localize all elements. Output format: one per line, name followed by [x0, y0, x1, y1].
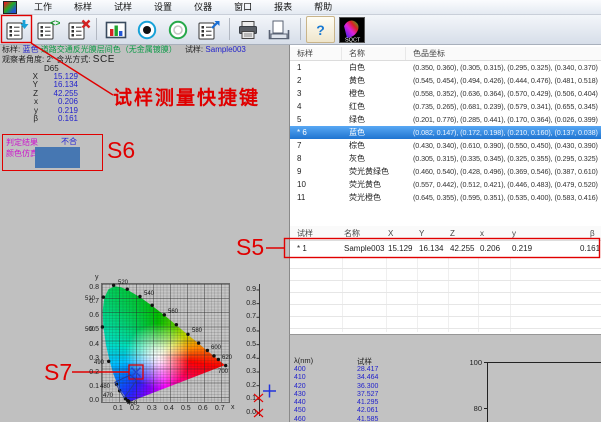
sample-name: Sample003: [205, 45, 245, 54]
menu-bar: 工作标样试样设置仪器窗口报表帮助: [0, 0, 601, 15]
annotation-shortcut-note: 试样测量快捷键: [113, 83, 260, 110]
y-axis-label: y: [95, 274, 99, 281]
help-button[interactable]: ?: [306, 16, 335, 43]
reflectance-tick-100: 100: [460, 358, 482, 367]
sqct-button[interactable]: SQCT: [337, 16, 366, 43]
save-report-button[interactable]: [264, 16, 293, 43]
menu-item-3[interactable]: 试样: [103, 1, 143, 14]
chart-icon: [105, 20, 127, 40]
standard-row[interactable]: 3橙色(0.558, 0.352), (0.636, 0.364), (0.57…: [290, 87, 601, 100]
standard-row[interactable]: 10荧光黄色(0.557, 0.442), (0.512, 0.421), (0…: [290, 178, 601, 191]
x-axis-label: x: [231, 404, 235, 411]
standards-table-header: 标样 名称 色品坐标: [290, 47, 601, 61]
save-report-icon: [267, 19, 291, 41]
menu-item-6[interactable]: 窗口: [223, 1, 263, 14]
menu-item-7[interactable]: 报表: [263, 1, 303, 14]
print-button[interactable]: [233, 16, 262, 43]
beta-limit-marker: [254, 409, 263, 417]
judge-annotation-box: 判定结果 不合 颜色仿真: [2, 134, 103, 171]
app-icon: [3, 1, 17, 14]
spectral-row: 43037.527: [294, 391, 378, 399]
measure-sample-button[interactable]: [2, 16, 31, 43]
compare-list-icon: <>: [36, 19, 60, 41]
judge-result-value: 不合: [61, 136, 77, 147]
menu-item-5[interactable]: 仪器: [183, 1, 223, 14]
reflectance-tick-80: 80: [460, 404, 482, 413]
delete-record-button[interactable]: [64, 16, 93, 43]
menu-item-2[interactable]: 标样: [63, 1, 103, 14]
measure-sample-target-button[interactable]: [163, 16, 192, 43]
delete-record-icon: [67, 19, 91, 41]
export-record-button[interactable]: [194, 16, 223, 43]
samples-table: 试样名称 XY Zx yβ * 1Sample00315.12916.13442…: [290, 226, 601, 256]
menu-item-1[interactable]: 工作: [23, 1, 63, 14]
spectral-row: 44041.295: [294, 399, 378, 407]
value-row: β0.161: [0, 115, 80, 123]
standard-row[interactable]: 2黄色(0.545, 0.454), (0.494, 0.426), (0.44…: [290, 74, 601, 87]
chart-button[interactable]: [101, 16, 130, 43]
printer-icon: [237, 19, 259, 41]
export-record-icon: [197, 19, 221, 41]
samples-table-header: 试样名称 XY Zx yβ: [290, 226, 601, 241]
standard-row[interactable]: 1白色(0.350, 0.360), (0.305, 0.315), (0.29…: [290, 61, 601, 74]
spectral-list: 40028.41741034.46442036.30043037.5274404…: [294, 366, 378, 422]
target-open-icon: [167, 19, 189, 41]
target-filled-icon: [136, 19, 158, 41]
standard-row[interactable]: 5绿色(0.201, 0.776), (0.285, 0.441), (0.17…: [290, 113, 601, 126]
mode-value: SCE: [93, 54, 115, 65]
spectral-row: 45042.061: [294, 407, 378, 415]
spectral-wavelength-header: λ(nm): [294, 356, 313, 365]
spectral-row: 46041.585: [294, 416, 378, 422]
judge-result-label: 判定结果: [6, 137, 38, 148]
wavelength-label: 510: [85, 296, 96, 302]
svg-text:<>: <>: [50, 19, 60, 28]
standard-name: 蓝色: [22, 45, 38, 54]
toolbar: <>: [0, 15, 601, 45]
wavelength-label: 500: [85, 327, 96, 333]
measure-standard-target-button[interactable]: [132, 16, 161, 43]
measure-sample-icon: [5, 19, 29, 41]
tristimulus-values: X15.129Y16.134Z42.255x0.206y0.219β0.161: [0, 73, 80, 123]
beta-limit-marker: [254, 409, 263, 417]
standard-row[interactable]: 9荧光黄绿色(0.460, 0.540), (0.428, 0.496), (0…: [290, 165, 601, 178]
cie-horseshoe: [102, 284, 229, 402]
chromaticity-diagram: [101, 283, 230, 403]
standard-row[interactable]: 7棕色(0.430, 0.340), (0.610, 0.390), (0.55…: [290, 139, 601, 152]
standard-label: 标样:: [2, 45, 20, 54]
annotation-s7: S7: [44, 359, 72, 386]
menu-item-4[interactable]: 设置: [143, 1, 183, 14]
color-simulation-swatch: [35, 147, 80, 168]
sample-row[interactable]: * 1Sample00315.12916.13442.2550.2060.219…: [290, 241, 601, 256]
observer-angle: 观察者角度: 2°: [2, 55, 54, 64]
standard-row[interactable]: 4红色(0.735, 0.265), (0.681, 0.239), (0.57…: [290, 100, 601, 113]
svg-text:SQCT: SQCT: [345, 37, 361, 43]
standard-row[interactable]: 11荧光橙色(0.645, 0.355), (0.595, 0.351), (0…: [290, 191, 601, 204]
help-icon: ?: [316, 22, 325, 38]
standard-row[interactable]: * 6蓝色(0.082, 0.147), (0.172, 0.198), (0.…: [290, 126, 601, 139]
annotation-s6: S6: [107, 137, 135, 164]
samples-table-empty-area: [290, 257, 601, 332]
beta-limit-marker: [254, 394, 263, 402]
spectral-row: 40028.417: [294, 366, 378, 374]
mode-label: 含光方式:: [56, 55, 90, 64]
app-window: 工作标样试样设置仪器窗口报表帮助 <>: [0, 0, 601, 422]
spectral-row: 41034.464: [294, 374, 378, 382]
sample-label: 试样:: [185, 45, 203, 54]
annotation-s5: S5: [236, 234, 264, 261]
sqct-logo-icon: SQCT: [339, 17, 365, 43]
reflectance-chart: [487, 362, 601, 422]
compare-list-button[interactable]: <>: [33, 16, 62, 43]
color-sim-label: 颜色仿真: [6, 148, 38, 159]
beta-limit-marker: [254, 394, 263, 402]
standard-info-line: 标样: 蓝色 道路交通反光膜层间色（无金属镀膜） 试样: Sample003: [2, 45, 288, 54]
standards-table: 标样 名称 色品坐标 1白色(0.350, 0.360), (0.305, 0.…: [290, 47, 601, 204]
standard-row[interactable]: 8灰色(0.305, 0.315), (0.335, 0.345), (0.32…: [290, 152, 601, 165]
spectral-row: 42036.300: [294, 383, 378, 391]
menu-item-8[interactable]: 帮助: [303, 1, 343, 14]
standard-desc: 道路交通反光膜层间色（无金属镀膜）: [41, 45, 177, 54]
